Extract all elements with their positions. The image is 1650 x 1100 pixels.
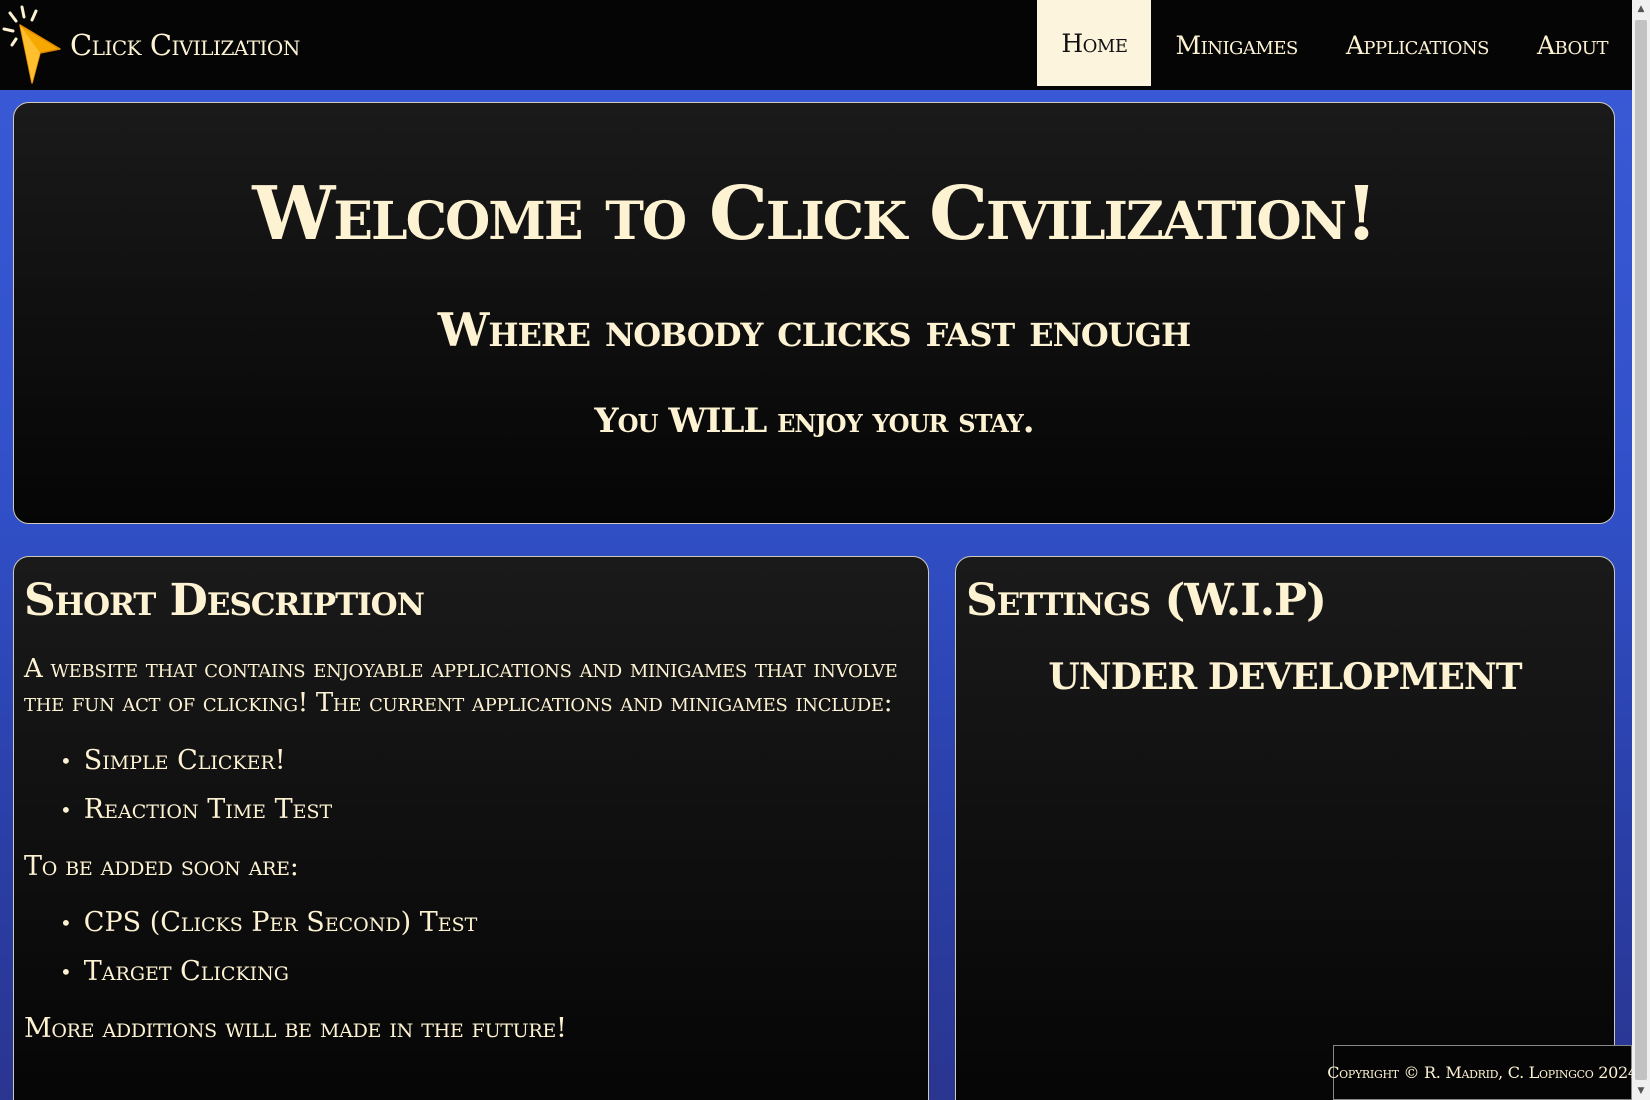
description-closing: More additions will be made in the futur… [24,1013,567,1044]
nav-applications[interactable]: Applications [1322,0,1513,90]
hero-subtitle: Where nobody clicks fast enough [437,303,1191,357]
bullet-icon: • [60,911,72,935]
soon-items-list: • CPS (Clicks Per Second) Test • Target Cl… [24,908,918,987]
list-item-label: CPS (Clicks Per Second) Test [83,907,478,938]
nav-home[interactable]: Home [1037,0,1152,86]
copyright-footer: Copyright © R. Madrid, C. Lopingco 2024 [1327,1045,1638,1100]
list-item-label: Target Clicking [83,956,289,987]
list-item: • Target Clicking [60,957,918,987]
scrollbar-thumb[interactable] [1635,20,1647,1080]
scroll-down-icon[interactable]: ▼ [1632,1082,1650,1100]
brand-name: Click Civilization [70,28,300,62]
settings-status: UNDER DEVELOPMENT [1048,656,1522,698]
description-card: Short Description A website that contain… [13,556,929,1100]
soon-heading: To be added soon are: [24,851,299,882]
cursor-click-icon [2,5,61,84]
bullet-icon: • [60,798,72,822]
nav-about[interactable]: About [1513,0,1632,90]
bullet-icon: • [60,749,72,773]
hero-card: Welcome to Click Civilization! Where nob… [13,102,1615,524]
nav-links: Home Minigames Applications About [1037,0,1632,90]
hero-tagline: You WILL enjoy your stay. [594,401,1034,441]
settings-title: Settings (W.I.P) [966,575,1327,626]
hero-title: Welcome to Click Civilization! [252,171,1377,257]
brand[interactable]: Click Civilization [0,0,300,90]
list-item: • CPS (Clicks Per Second) Test [60,908,918,938]
bullet-icon: • [60,960,72,984]
vertical-scrollbar[interactable]: ▲ ▼ [1632,0,1650,1100]
description-intro: A website that contains enjoyable applic… [24,654,898,718]
list-item: • Reaction Time Test [60,795,918,825]
settings-card: Settings (W.I.P) UNDER DEVELOPMENT [955,556,1615,1100]
navbar: Click Civilization Home Minigames Applic… [0,0,1632,90]
description-title: Short Description [24,575,425,626]
scroll-up-icon[interactable]: ▲ [1632,0,1650,18]
list-item: • Simple Clicker! [60,746,918,776]
list-item-label: Simple Clicker! [83,745,286,776]
list-item-label: Reaction Time Test [83,794,333,825]
nav-minigames[interactable]: Minigames [1151,0,1321,90]
current-items-list: • Simple Clicker! • Reaction Time Test [24,746,918,825]
